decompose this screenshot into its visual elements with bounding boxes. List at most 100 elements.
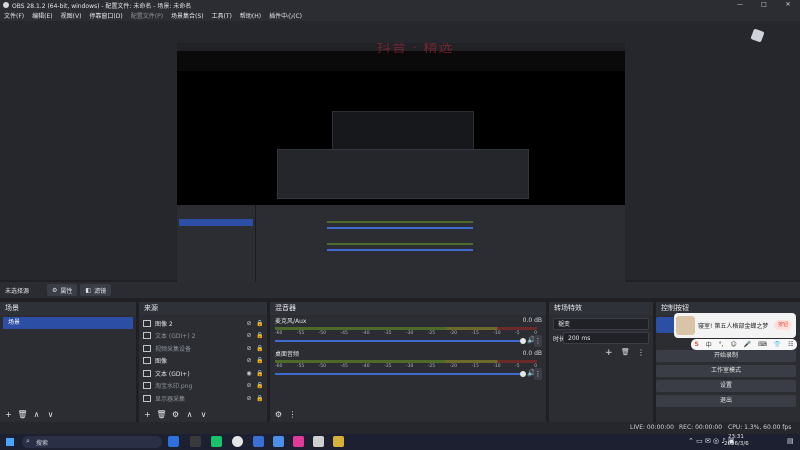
keyboard-icon[interactable]: ⌨ (758, 341, 767, 348)
lock-icon[interactable]: 🔒 (256, 357, 264, 364)
transitions-dock: 转场特效 褪变 时长 200 ms + 🗑 ⋮ (549, 302, 653, 422)
visibility-off-icon[interactable]: ⊘ (245, 345, 253, 352)
lock-icon[interactable]: 🔒 (256, 332, 264, 339)
title-bar: OBS 28.1.2 (64-bit, windows) - 配置文件: 未命名… (0, 0, 800, 10)
ime-menu-icon[interactable]: ☷ (788, 341, 793, 348)
remove-transition-button[interactable]: 🗑 (621, 348, 630, 356)
watermark-text: 抖音 · 精选 (377, 43, 454, 56)
preview-area[interactable]: 抖音 · 精选 (0, 21, 800, 297)
visibility-off-icon[interactable]: ⊘ (245, 332, 253, 339)
nested-scenes (177, 205, 256, 287)
menu-docks[interactable]: 停靠窗口(D) (89, 11, 122, 20)
lock-icon[interactable]: 🔒 (256, 370, 264, 377)
close-button[interactable]: ✕ (776, 0, 800, 10)
add-scene-button[interactable]: + (3, 409, 14, 420)
taskbar-search[interactable]: ⌕ 搜索 (22, 436, 162, 448)
preview-canvas[interactable]: 抖音 · 精选 (177, 43, 625, 297)
menu-profile[interactable]: 配置文件(P) (131, 11, 163, 20)
scenes-dock: 场景 场景 + 🗑 ∧ ∨ (0, 302, 136, 422)
volume-slider[interactable] (275, 340, 523, 342)
channel-menu-button[interactable]: ⋮ (534, 335, 542, 347)
duration-input[interactable]: 200 ms (563, 332, 649, 344)
microphone-icon[interactable]: 🎤 (744, 341, 751, 348)
channel-menu-button[interactable]: ⋮ (534, 368, 542, 380)
search-icon: ⌕ (26, 437, 30, 445)
move-up-button[interactable]: ∧ (31, 409, 42, 420)
taskbar-app-icon[interactable] (190, 436, 201, 447)
popup-button[interactable]: 按钮 (774, 320, 792, 330)
source-item[interactable]: 文本 (GDI+) 2 ⊘ 🔒 (139, 330, 267, 343)
image-icon (143, 319, 151, 327)
skin-icon[interactable]: 👕 (774, 341, 781, 348)
taskbar-app-icon[interactable] (211, 436, 222, 447)
mixer-header: 混音器 (270, 302, 546, 315)
mixer-menu-button[interactable]: ⋮ (287, 409, 298, 420)
ime-punctuation-button[interactable]: °, (719, 341, 724, 348)
menu-help[interactable]: 帮助(H) (240, 11, 261, 20)
taskbar-app-icon[interactable] (293, 436, 304, 447)
taskbar-app-icon[interactable] (168, 436, 179, 447)
notification-icon[interactable]: ▤ (787, 437, 794, 445)
windows-start-icon[interactable] (6, 438, 14, 446)
menu-plugin-center[interactable]: 插件中心(C) (269, 11, 302, 20)
visibility-on-icon[interactable]: ◉ (245, 370, 253, 377)
volume-slider-handle[interactable] (520, 371, 526, 377)
move-up-button[interactable]: ∧ (184, 409, 195, 420)
visibility-off-icon[interactable]: ⊘ (245, 382, 253, 389)
volume-slider-handle[interactable] (520, 338, 526, 344)
obs-taskbar-icon[interactable] (232, 436, 243, 447)
properties-button[interactable]: ⚙ 属性 (47, 284, 78, 296)
transition-menu-button[interactable]: ⋮ (637, 348, 645, 357)
emoji-icon[interactable]: ☺ (730, 341, 736, 348)
scene-item[interactable]: 场景 (3, 317, 133, 329)
menu-scene-collection[interactable]: 场景集合(S) (171, 11, 204, 20)
transition-type-select[interactable]: 褪变 (553, 318, 649, 330)
transitions-header: 转场特效 (549, 302, 653, 315)
menu-file[interactable]: 文件(F) (4, 11, 24, 20)
taskbar-app-icon[interactable] (273, 436, 284, 447)
minimize-button[interactable]: — (728, 0, 752, 10)
remove-source-button[interactable]: 🗑 (156, 409, 167, 420)
visibility-off-icon[interactable]: ⊘ (245, 357, 253, 364)
lock-icon[interactable]: 🔒 (256, 345, 264, 352)
monitor-icon (143, 394, 151, 402)
source-item[interactable]: 显示器采集 ⊘ 🔒 (139, 392, 267, 405)
source-item[interactable]: 视频采集设备 ⊘ 🔒 (139, 342, 267, 355)
menu-view[interactable]: 视图(V) (61, 11, 82, 20)
settings-button[interactable]: 设置 (656, 380, 796, 392)
add-source-button[interactable]: + (142, 409, 153, 420)
filters-label: 滤镜 (94, 287, 107, 295)
lock-icon[interactable]: 🔒 (256, 320, 264, 327)
start-recording-button[interactable]: 开始录制 (656, 350, 796, 362)
menu-tools[interactable]: 工具(T) (212, 11, 232, 20)
nested-mixer (327, 207, 473, 267)
remove-scene-button[interactable]: 🗑 (17, 409, 28, 420)
visibility-off-icon[interactable]: ⊘ (245, 320, 253, 327)
taskbar-app-icon[interactable] (313, 436, 324, 447)
ime-mode-button[interactable]: 中 (706, 340, 712, 349)
source-item[interactable]: 图像 ⊘ 🔒 (139, 355, 267, 368)
taskbar-app-icon[interactable] (333, 436, 344, 447)
volume-slider[interactable] (275, 373, 523, 375)
ime-toolbar: S 中 °, ☺ 🎤 ⌨ 👕 ☷ (691, 339, 797, 350)
source-item[interactable]: 淘宝水印.png ⊘ 🔒 (139, 380, 267, 393)
source-item[interactable]: 图像 2 ⊘ 🔒 (139, 317, 267, 330)
visibility-off-icon[interactable]: ⊘ (245, 395, 253, 402)
move-down-button[interactable]: ∨ (45, 409, 56, 420)
source-settings-button[interactable]: ⚙ (170, 409, 181, 420)
menu-edit[interactable]: 编辑(E) (32, 11, 52, 20)
add-transition-button[interactable]: + (605, 348, 613, 358)
live-status: LIVE: 00:00:00 (630, 424, 674, 431)
advanced-audio-button[interactable]: ⚙ (273, 409, 284, 420)
scenes-header: 场景 (0, 302, 136, 315)
studio-mode-button[interactable]: 工作室模式 (656, 365, 796, 377)
maximize-button[interactable]: □ (752, 0, 776, 10)
lock-icon[interactable]: 🔒 (256, 382, 264, 389)
notification-popup[interactable]: 寝室! 第五人格部金蝉之梦 按钮 (674, 313, 796, 338)
move-down-button[interactable]: ∨ (198, 409, 209, 420)
filters-button[interactable]: ◧ 滤镜 (80, 284, 112, 296)
source-item[interactable]: 文本 (GDI+) ◉ 🔒 (139, 367, 267, 380)
exit-button[interactable]: 退出 (656, 395, 796, 407)
taskbar-app-icon[interactable] (253, 436, 264, 447)
lock-icon[interactable]: 🔒 (256, 395, 264, 402)
